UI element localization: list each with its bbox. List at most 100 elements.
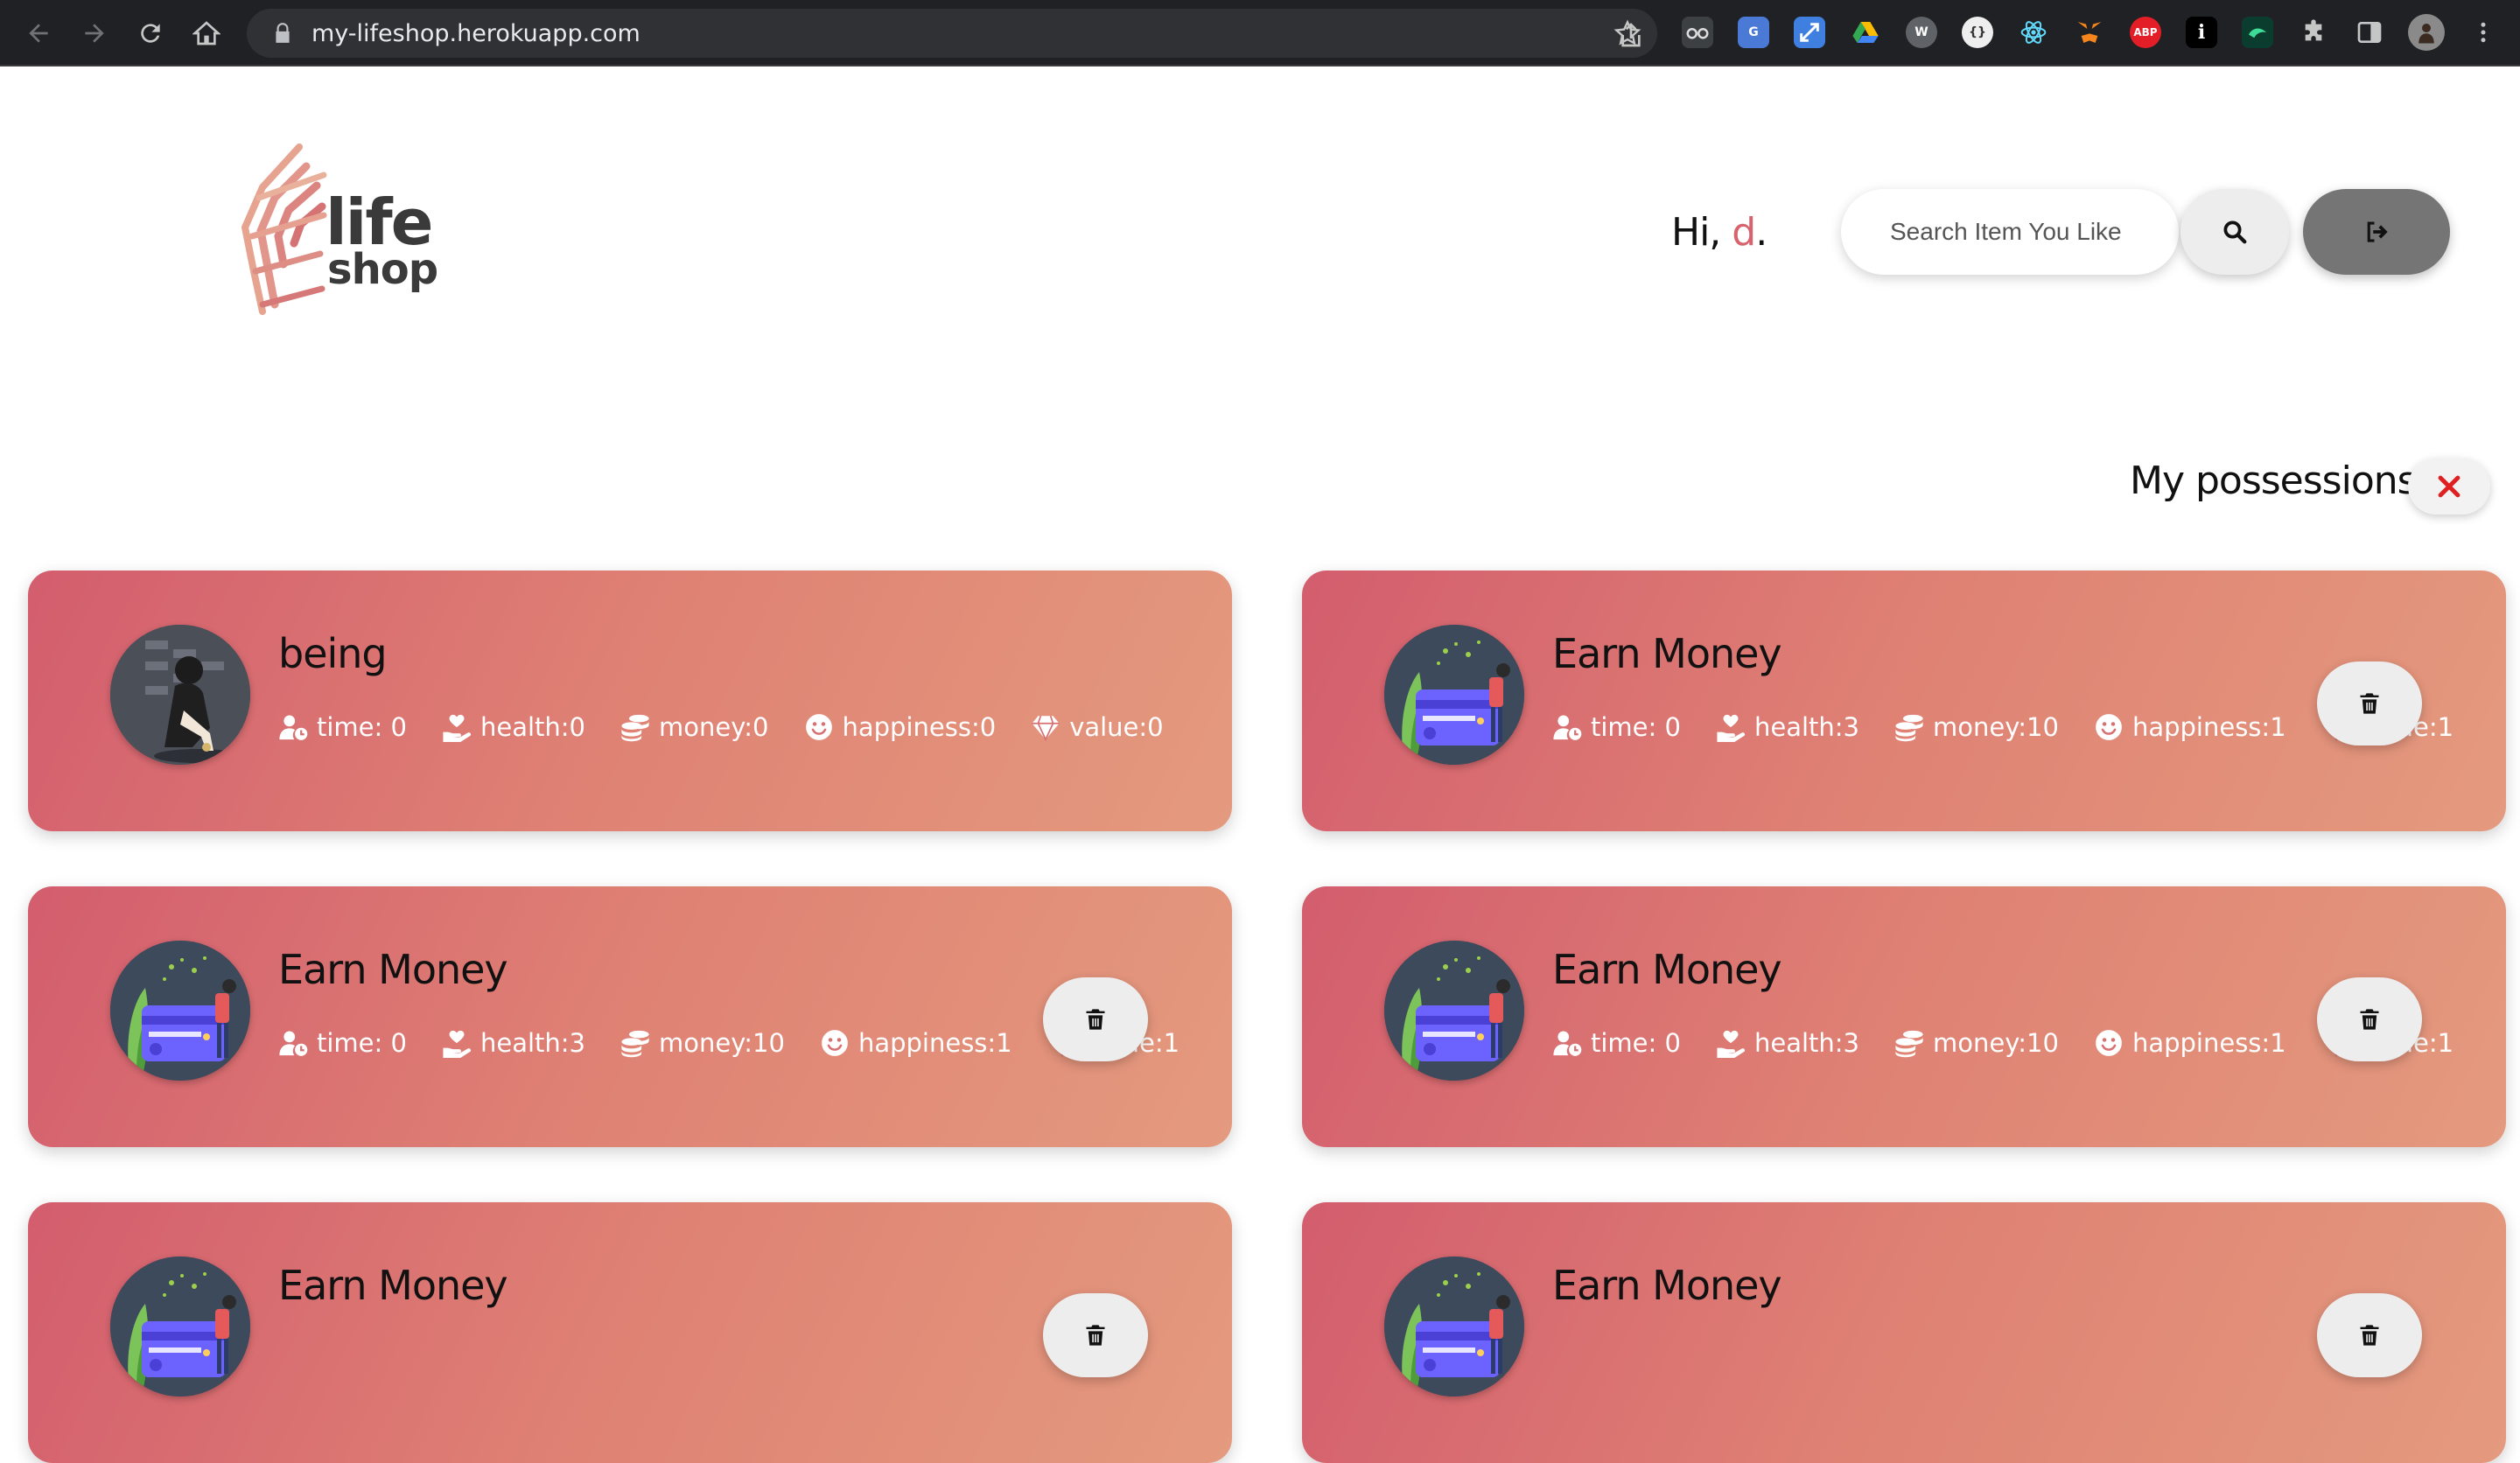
stat-happiness-label: happiness:1 <box>2132 1028 2286 1058</box>
lock-icon <box>276 23 290 43</box>
stat-health: health:3 <box>1716 1028 1859 1058</box>
possession-card[interactable]: Earn Money <box>28 1202 1232 1463</box>
w-icon[interactable]: W <box>1906 17 1937 48</box>
possession-title: Earn Money <box>1552 946 1782 993</box>
possession-thumbnail <box>110 625 250 765</box>
back-arrow-icon <box>29 24 48 43</box>
greeting-prefix: Hi, <box>1671 210 1732 255</box>
trash-icon <box>1086 1325 1105 1346</box>
stat-health-label: health:3 <box>1754 712 1859 742</box>
logout-button[interactable] <box>2303 189 2450 275</box>
possession-card[interactable]: Earn Money time: 0 health:3 money:10 hap… <box>28 886 1232 1147</box>
possession-title: being <box>278 630 388 677</box>
person-sitting-illustration <box>110 625 250 765</box>
credit-card-illustration <box>110 1256 250 1396</box>
hand-holding-heart-icon <box>1717 714 1746 742</box>
sidepanel-icon[interactable] <box>2354 17 2385 48</box>
forward-button[interactable] <box>74 12 116 54</box>
stat-time: time: 0 <box>1552 1028 1681 1058</box>
possession-title: Earn Money <box>1552 1262 1782 1309</box>
stat-money: money:10 <box>620 1028 785 1058</box>
lifeshop-logo[interactable]: life shop <box>236 140 446 324</box>
logo-line-shop: shop <box>327 244 438 294</box>
browser-toolbar: my-lifeshop.herokuapp.com G W {} ABP i <box>0 0 2520 66</box>
possession-thumbnail <box>1384 1256 1524 1396</box>
hand-holding-heart-icon <box>1717 1030 1746 1058</box>
stat-health-label: health:0 <box>480 712 585 742</box>
react-icon[interactable] <box>2018 17 2049 48</box>
stat-happiness: happiness:0 <box>804 712 996 742</box>
stat-money-label: money:10 <box>1933 1028 2059 1058</box>
trash-icon <box>2360 1325 2379 1346</box>
stat-time: time: 0 <box>1552 712 1681 742</box>
username: d <box>1732 210 1756 255</box>
user-clock-icon <box>279 1031 308 1056</box>
delete-button[interactable] <box>1043 977 1148 1061</box>
star-icon[interactable] <box>1561 21 1589 49</box>
search-button[interactable] <box>2180 189 2289 275</box>
stat-time-label: time: 0 <box>317 712 407 742</box>
puzzle-icon[interactable] <box>2298 17 2329 48</box>
stat-happiness: happiness:1 <box>2094 712 2286 742</box>
stat-money: money:10 <box>1894 712 2059 742</box>
home-icon <box>192 21 220 46</box>
greeting-suffix: . <box>1755 210 1768 255</box>
sign-out-icon <box>2367 221 2388 242</box>
credit-card-illustration <box>1384 941 1524 1081</box>
stat-happiness: happiness:1 <box>820 1028 1012 1058</box>
back-button[interactable] <box>18 12 60 54</box>
adblock-icon[interactable]: ABP <box>2130 17 2161 48</box>
drive-icon[interactable] <box>1850 17 1881 48</box>
delete-button[interactable] <box>2317 662 2422 746</box>
translate-icon[interactable]: G <box>1738 17 1769 48</box>
info-icon[interactable]: i <box>2186 17 2217 48</box>
stat-time-label: time: 0 <box>1591 712 1681 742</box>
possession-card[interactable]: Earn Money time: 0 health:3 money:10 hap… <box>1302 886 2506 1147</box>
stat-money-label: money:10 <box>659 1028 785 1058</box>
stat-money: money:10 <box>1894 1028 2059 1058</box>
metamask-icon[interactable] <box>2074 17 2105 48</box>
address-bar[interactable]: my-lifeshop.herokuapp.com <box>247 9 1657 58</box>
stat-money-label: money:10 <box>1933 712 2059 742</box>
home-button[interactable] <box>186 12 228 54</box>
section-title: My possessions <box>2130 458 2418 503</box>
possession-thumbnail <box>1384 941 1524 1081</box>
resize-icon[interactable] <box>1794 17 1825 48</box>
possession-card[interactable]: Earn Money time: 0 health:3 money:10 hap… <box>1302 570 2506 831</box>
reader-icon[interactable] <box>1682 17 1713 48</box>
logo-wordmark: life shop <box>326 191 438 294</box>
coins-icon <box>1895 714 1923 742</box>
user-clock-icon <box>1553 1031 1582 1056</box>
delete-button[interactable] <box>2317 1293 2422 1377</box>
delete-button[interactable] <box>2317 977 2422 1061</box>
possession-card[interactable]: Earn Money <box>1302 1202 2506 1463</box>
forward-arrow-icon <box>85 24 104 43</box>
stat-health-label: health:3 <box>480 1028 585 1058</box>
user-greeting: Hi, d. <box>1671 210 1768 255</box>
coins-icon <box>621 714 649 742</box>
menu-icon[interactable] <box>2468 17 2499 48</box>
stat-time: time: 0 <box>278 712 407 742</box>
profile-avatar[interactable] <box>2408 14 2445 51</box>
stat-value-label: value:0 <box>1069 712 1164 742</box>
possession-title: Earn Money <box>278 1262 508 1309</box>
trash-icon <box>2360 693 2379 714</box>
stat-time-label: time: 0 <box>317 1028 407 1058</box>
smile-icon <box>805 714 832 740</box>
terminal-icon[interactable] <box>2242 17 2273 48</box>
close-icon <box>2438 475 2460 498</box>
hand-holding-heart-icon <box>443 1030 472 1058</box>
smile-icon <box>822 1030 848 1056</box>
stat-happiness-label: happiness:1 <box>858 1028 1012 1058</box>
reload-button[interactable] <box>130 12 172 54</box>
possession-stats: time: 0 health:0 money:0 happiness:0 val… <box>278 712 1199 742</box>
possession-title: Earn Money <box>1552 630 1782 677</box>
reload-icon <box>141 24 160 43</box>
possession-card[interactable]: being time: 0 health:0 money:0 happiness… <box>28 570 1232 831</box>
close-section-button[interactable] <box>2408 458 2490 514</box>
possession-thumbnail <box>110 1256 250 1396</box>
bookmark-star-icon[interactable] <box>1614 19 1642 47</box>
json-icon[interactable]: {} <box>1962 17 1993 48</box>
delete-button[interactable] <box>1043 1293 1148 1377</box>
search-input[interactable] <box>1841 189 2179 275</box>
